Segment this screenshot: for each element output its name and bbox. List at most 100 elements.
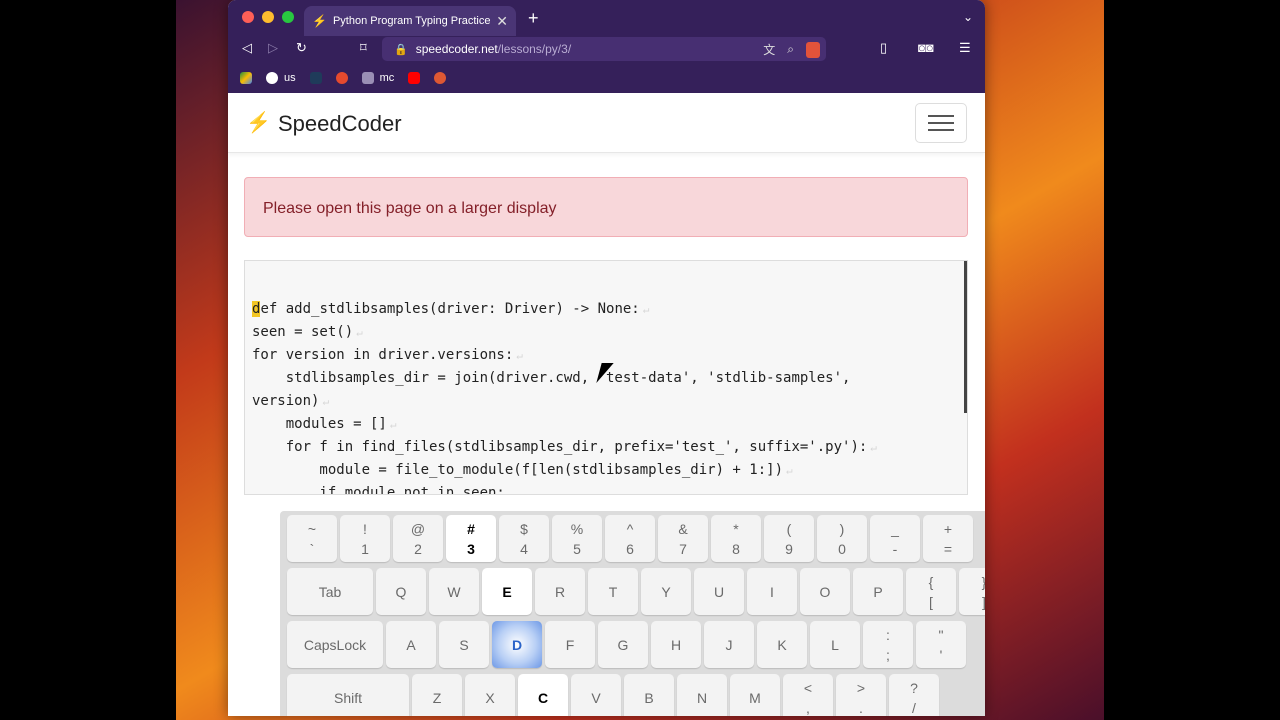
key-label: [: [929, 593, 933, 610]
translate-icon[interactable]: 文: [763, 41, 775, 58]
minimize-window-button[interactable]: [262, 11, 274, 23]
key-symbol[interactable]: ~ `: [287, 515, 337, 562]
key-label: ': [939, 646, 943, 663]
key-v[interactable]: V: [571, 674, 621, 716]
bookmark-youtube[interactable]: [408, 71, 421, 84]
key-label: ): [839, 520, 845, 537]
key-u[interactable]: U: [694, 568, 744, 615]
key-symbol[interactable]: }]: [959, 568, 985, 615]
key-b[interactable]: B: [624, 674, 674, 716]
key-label: 0: [838, 540, 846, 557]
key-symbol[interactable]: #3: [446, 515, 496, 562]
back-button[interactable]: ◁: [242, 40, 252, 56]
key-symbol[interactable]: <,: [783, 674, 833, 716]
key-label: ,: [806, 699, 810, 716]
youtube-icon: [408, 71, 421, 84]
zoom-icon[interactable]: ⌕: [787, 42, 794, 57]
new-tab-button[interactable]: +: [528, 8, 539, 29]
key-o[interactable]: O: [800, 568, 850, 615]
key-symbol[interactable]: ^ 6: [605, 515, 655, 562]
tab-active[interactable]: ⚡ Python Program Typing Practice ✕: [304, 6, 516, 36]
key-x[interactable]: X: [465, 674, 515, 716]
brave-shield-icon[interactable]: [806, 41, 820, 58]
key-capslock[interactable]: CapsLock: [287, 621, 383, 668]
key-k[interactable]: K: [757, 621, 807, 668]
key-t[interactable]: T: [588, 568, 638, 615]
key-symbol[interactable]: % 5: [552, 515, 602, 562]
key-label: @: [410, 520, 426, 537]
key-f[interactable]: F: [545, 621, 595, 668]
key-r[interactable]: R: [535, 568, 585, 615]
key-symbol[interactable]: _ -: [870, 515, 920, 562]
key-label: <: [803, 679, 813, 696]
key-symbol[interactable]: ) 0: [817, 515, 867, 562]
key-symbol[interactable]: & 7: [658, 515, 708, 562]
key-m[interactable]: M: [730, 674, 780, 716]
bookmark-label: mc: [379, 71, 395, 84]
site-brand[interactable]: SpeedCoder: [278, 111, 402, 137]
bookmark-folder[interactable]: mc: [361, 71, 395, 84]
bookmarks-bar: us mc: [228, 62, 985, 93]
key-symbol[interactable]: + =: [923, 515, 973, 562]
forward-button[interactable]: ▷: [268, 40, 278, 56]
window-controls: [242, 11, 294, 23]
hamburger-menu-button[interactable]: [915, 103, 967, 143]
key-a[interactable]: A: [386, 621, 436, 668]
bookmark-google[interactable]: us: [266, 71, 296, 84]
key-l[interactable]: L: [810, 621, 860, 668]
key-d[interactable]: D: [492, 621, 542, 668]
key-symbol[interactable]: @2: [393, 515, 443, 562]
close-tab-icon[interactable]: ✕: [496, 13, 508, 30]
key-n[interactable]: N: [677, 674, 727, 716]
key-g[interactable]: G: [598, 621, 648, 668]
bookmark-red[interactable]: [335, 71, 348, 84]
key-p[interactable]: P: [853, 568, 903, 615]
code-line-text: module = file_to_module(f[len(stdlibsamp…: [252, 462, 784, 478]
code-scrollbar[interactable]: [964, 261, 967, 413]
key-symbol[interactable]: >.: [836, 674, 886, 716]
key-label: P: [873, 583, 883, 600]
key-z[interactable]: Z: [412, 674, 462, 716]
reload-button[interactable]: ↻: [296, 40, 307, 56]
key-h[interactable]: H: [651, 621, 701, 668]
key-shift[interactable]: Shift: [287, 674, 409, 716]
bookmark-duckduckgo[interactable]: [434, 71, 447, 84]
key-symbol[interactable]: ? /: [889, 674, 939, 716]
key-label: Tab: [318, 583, 342, 600]
zoom-window-button[interactable]: [282, 11, 294, 23]
site-navbar: ⚡ SpeedCoder: [228, 93, 985, 153]
address-bar[interactable]: 🔒 speedcoder.net/lessons/py/3/ 文 ⌕: [382, 37, 826, 61]
key-label: ~: [307, 520, 317, 537]
key-y[interactable]: Y: [641, 568, 691, 615]
chevron-down-icon[interactable]: ⌄: [963, 10, 973, 24]
key-label: F: [565, 636, 575, 653]
menu-icon[interactable]: ☰: [959, 40, 971, 56]
key-label: :: [886, 626, 890, 643]
bookmark-icon[interactable]: ⌑: [360, 40, 367, 56]
key-symbol[interactable]: * 8: [711, 515, 761, 562]
key-symbol[interactable]: (9: [764, 515, 814, 562]
private-icon[interactable]: ◙◙: [918, 40, 934, 55]
key-symbol[interactable]: :;: [863, 621, 913, 668]
bookmark-drive[interactable]: [240, 71, 252, 84]
key-e[interactable]: E: [482, 568, 532, 615]
key-w[interactable]: W: [429, 568, 479, 615]
bookmark-site[interactable]: [309, 71, 322, 84]
key-c[interactable]: C: [518, 674, 568, 716]
code-line-text: stdlibsamples_dir = join(driver.cwd, 'te…: [252, 370, 851, 386]
key-tab[interactable]: Tab: [287, 568, 373, 615]
key-j[interactable]: J: [704, 621, 754, 668]
key-symbol[interactable]: ! 1: [340, 515, 390, 562]
key-symbol[interactable]: $4: [499, 515, 549, 562]
key-label: T: [608, 583, 618, 600]
close-window-button[interactable]: [242, 11, 254, 23]
key-symbol[interactable]: " ': [916, 621, 966, 668]
key-s[interactable]: S: [439, 621, 489, 668]
key-q[interactable]: Q: [376, 568, 426, 615]
code-line: if module not in seen:: [252, 482, 877, 494]
sidebar-icon[interactable]: ▯: [880, 40, 887, 56]
key-i[interactable]: I: [747, 568, 797, 615]
key-symbol[interactable]: {[: [906, 568, 956, 615]
key-label: Z: [432, 689, 442, 706]
key-label: }: [982, 572, 985, 592]
